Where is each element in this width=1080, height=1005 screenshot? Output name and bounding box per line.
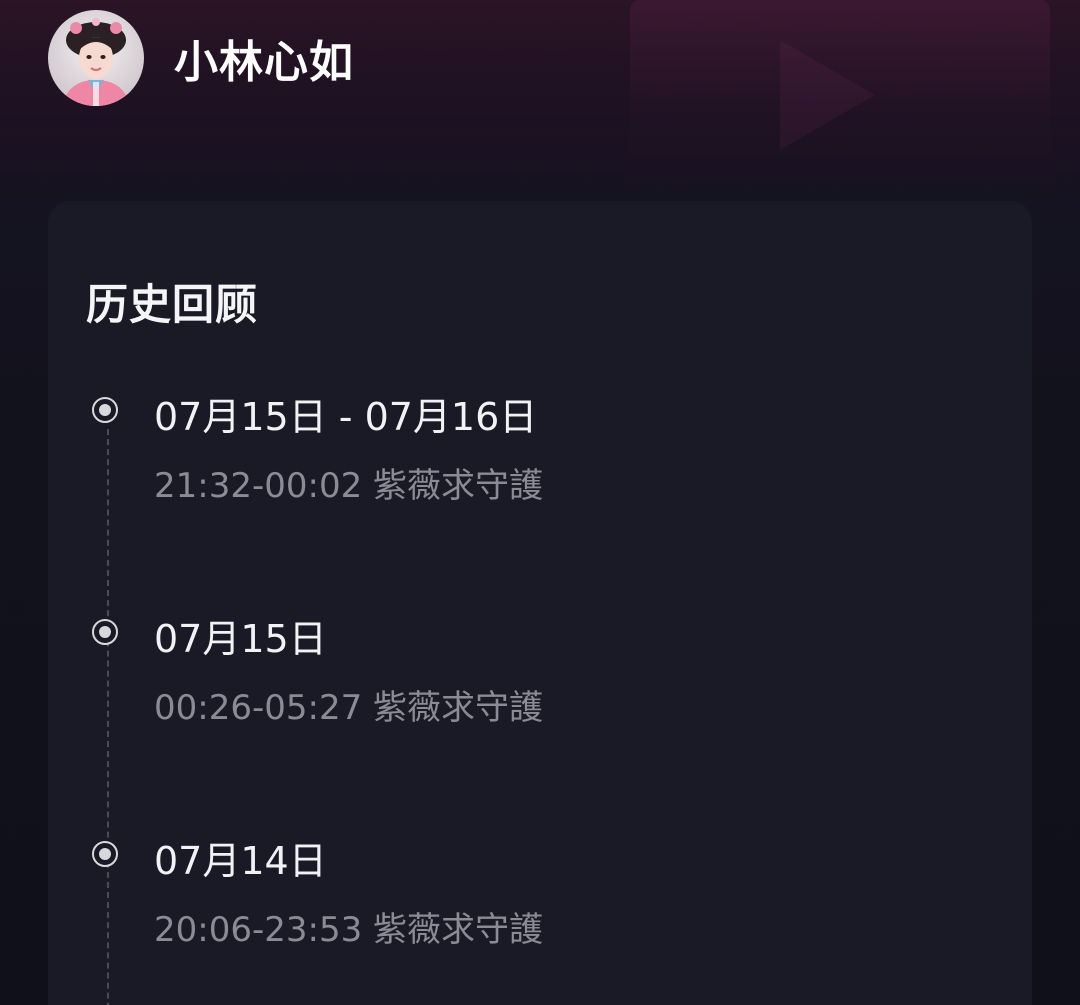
streamer-name: 小林心如 bbox=[174, 37, 354, 88]
history-item[interactable]: 07月14日 20:06-23:53 紫薇求守護 bbox=[48, 201, 1032, 950]
history-item-show: 紫薇求守護 bbox=[373, 466, 544, 506]
timeline-dot-icon bbox=[92, 841, 118, 867]
avatar[interactable] bbox=[48, 10, 144, 106]
timeline-dot-icon bbox=[92, 397, 118, 423]
streamer-header: 小林心如 bbox=[48, 10, 354, 106]
history-item-date: 07月14日 bbox=[154, 839, 327, 883]
timeline-line bbox=[107, 429, 109, 1005]
history-item-detail: 20:06-23:53 紫薇求守護 bbox=[154, 902, 543, 951]
history-card: 历史回顾 07月15日 - 07月16日 21:32-00:02 紫薇求守護 0… bbox=[48, 201, 1032, 1005]
history-item-time: 20:06-23:53 bbox=[154, 910, 363, 950]
history-item-time: 00:26-05:27 bbox=[154, 688, 363, 728]
timeline-dot-icon bbox=[92, 619, 118, 645]
history-item-show: 紫薇求守護 bbox=[373, 688, 544, 728]
history-item-show: 紫薇求守護 bbox=[373, 910, 544, 950]
play-shape-decoration bbox=[780, 40, 875, 150]
history-item-detail: 21:32-00:02 紫薇求守護 bbox=[154, 458, 543, 507]
history-item-time: 21:32-00:02 bbox=[154, 466, 363, 506]
history-item-detail: 00:26-05:27 紫薇求守護 bbox=[154, 680, 543, 729]
history-item-date: 07月15日 bbox=[154, 617, 327, 661]
header-background-decoration bbox=[630, 0, 1050, 190]
history-item-date: 07月15日 - 07月16日 bbox=[154, 395, 538, 439]
